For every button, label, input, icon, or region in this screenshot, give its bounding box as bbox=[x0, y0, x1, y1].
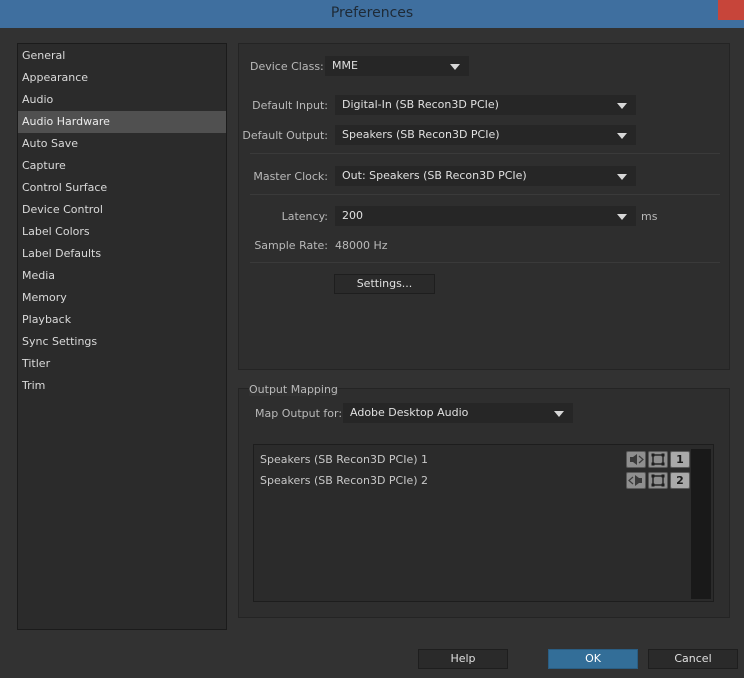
chevron-down-icon bbox=[617, 133, 627, 139]
divider bbox=[250, 153, 720, 154]
close-button[interactable] bbox=[718, 0, 744, 20]
channel-row-label[interactable]: Speakers (SB Recon3D PCIe) 2 bbox=[260, 474, 428, 487]
map-output-select[interactable]: Adobe Desktop Audio bbox=[343, 403, 573, 423]
category-titler[interactable]: Titler bbox=[18, 353, 226, 375]
master-clock-value: Out: Speakers (SB Recon3D PCIe) bbox=[342, 169, 527, 182]
category-audio-hardware[interactable]: Audio Hardware bbox=[18, 111, 226, 133]
cancel-button[interactable]: Cancel bbox=[648, 649, 738, 669]
channel-number-badge: 1 bbox=[670, 451, 690, 468]
device-class-label: Device Class: bbox=[250, 60, 324, 73]
category-control-surface[interactable]: Control Surface bbox=[18, 177, 226, 199]
divider bbox=[250, 262, 720, 263]
speaker-right-icon[interactable] bbox=[626, 472, 646, 489]
default-output-label: Default Output: bbox=[242, 129, 328, 142]
output-channel-list[interactable]: Speakers (SB Recon3D PCIe) 1 Speakers (S… bbox=[253, 444, 714, 602]
category-trim[interactable]: Trim bbox=[18, 375, 226, 397]
chevron-down-icon bbox=[617, 174, 627, 180]
category-memory[interactable]: Memory bbox=[18, 287, 226, 309]
latency-label: Latency: bbox=[281, 210, 328, 223]
category-appearance[interactable]: Appearance bbox=[18, 67, 226, 89]
chevron-down-icon bbox=[450, 64, 460, 70]
settings-button[interactable]: Settings... bbox=[334, 274, 435, 294]
channel-number-badge: 2 bbox=[670, 472, 690, 489]
category-general[interactable]: General bbox=[18, 45, 226, 67]
category-audio[interactable]: Audio bbox=[18, 89, 226, 111]
category-media[interactable]: Media bbox=[18, 265, 226, 287]
category-list: General Appearance Audio Audio Hardware … bbox=[17, 43, 227, 630]
device-class-select[interactable]: MME bbox=[325, 56, 469, 76]
device-class-value: MME bbox=[332, 59, 358, 72]
default-input-label: Default Input: bbox=[252, 99, 328, 112]
output-mapping-panel: Output Mapping Map Output for: Adobe Des… bbox=[238, 383, 730, 618]
help-button[interactable]: Help bbox=[418, 649, 508, 669]
default-output-select[interactable]: Speakers (SB Recon3D PCIe) bbox=[335, 125, 636, 145]
category-capture[interactable]: Capture bbox=[18, 155, 226, 177]
audio-device-panel: Device Class: MME Default Input: Digital… bbox=[238, 43, 730, 370]
sample-rate-label: Sample Rate: bbox=[254, 239, 328, 252]
map-output-label: Map Output for: bbox=[255, 407, 343, 420]
sample-rate-value: 48000 Hz bbox=[335, 239, 388, 252]
latency-select[interactable]: 200 bbox=[335, 206, 636, 226]
category-label-defaults[interactable]: Label Defaults bbox=[18, 243, 226, 265]
category-sync-settings[interactable]: Sync Settings bbox=[18, 331, 226, 353]
divider bbox=[250, 194, 720, 195]
chevron-down-icon bbox=[617, 214, 627, 220]
latency-value: 200 bbox=[342, 209, 363, 222]
window-title: Preferences bbox=[330, 5, 414, 21]
master-clock-label: Master Clock: bbox=[253, 170, 328, 183]
category-auto-save[interactable]: Auto Save bbox=[18, 133, 226, 155]
category-label-colors[interactable]: Label Colors bbox=[18, 221, 226, 243]
frame-icon[interactable] bbox=[648, 472, 668, 489]
latency-unit: ms bbox=[641, 210, 658, 223]
master-clock-select[interactable]: Out: Speakers (SB Recon3D PCIe) bbox=[335, 166, 636, 186]
list-scrollbar[interactable] bbox=[691, 449, 711, 599]
channel-row-label[interactable]: Speakers (SB Recon3D PCIe) 1 bbox=[260, 453, 428, 466]
frame-icon[interactable] bbox=[648, 451, 668, 468]
default-input-select[interactable]: Digital-In (SB Recon3D PCIe) bbox=[335, 95, 636, 115]
speaker-left-icon[interactable] bbox=[626, 451, 646, 468]
output-mapping-caption: Output Mapping bbox=[249, 383, 338, 396]
chevron-down-icon bbox=[617, 103, 627, 109]
category-device-control[interactable]: Device Control bbox=[18, 199, 226, 221]
category-playback[interactable]: Playback bbox=[18, 309, 226, 331]
title-bar: Preferences bbox=[0, 0, 744, 28]
chevron-down-icon bbox=[554, 411, 564, 417]
default-output-value: Speakers (SB Recon3D PCIe) bbox=[342, 128, 500, 141]
map-output-value: Adobe Desktop Audio bbox=[350, 406, 469, 419]
default-input-value: Digital-In (SB Recon3D PCIe) bbox=[342, 98, 499, 111]
ok-button[interactable]: OK bbox=[548, 649, 638, 669]
